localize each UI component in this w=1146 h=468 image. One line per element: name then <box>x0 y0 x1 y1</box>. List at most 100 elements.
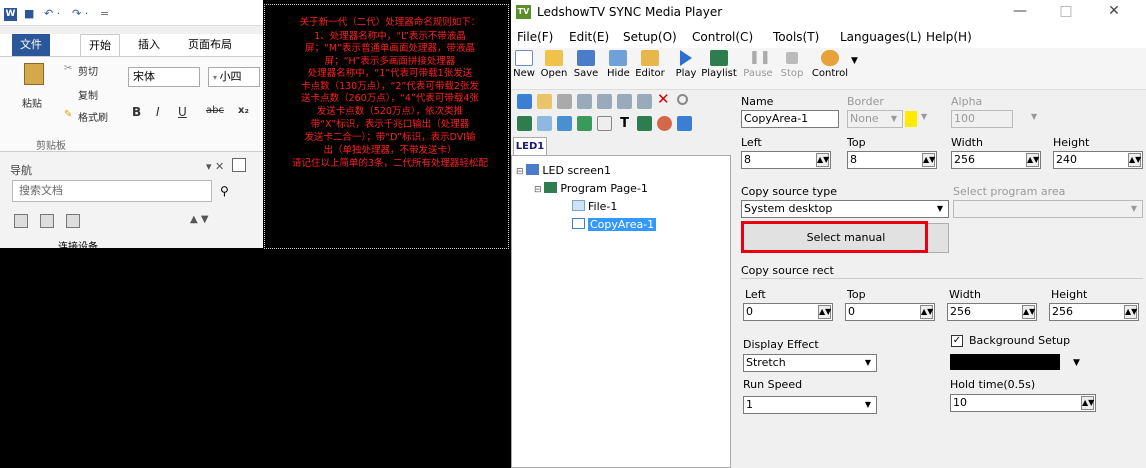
copy-source-type-select[interactable]: System desktop ▼ <box>741 200 949 218</box>
rect-top-input[interactable]: 0 ▲▼ <box>845 303 935 321</box>
rect-height-input[interactable]: 256 ▲▼ <box>1049 303 1139 321</box>
font-name-select[interactable]: 宋体 <box>128 67 200 87</box>
strikethrough-icon[interactable]: abc <box>206 105 224 116</box>
run-speed-select[interactable]: 1 ▼ <box>743 396 877 414</box>
paste-icon[interactable] <box>24 63 44 85</box>
format-painter-icon[interactable]: ✎ <box>64 109 72 120</box>
nav-list-item[interactable]: 连接设备 <box>58 238 98 248</box>
spin-icon[interactable]: ▲▼ <box>922 153 935 167</box>
alpha-dropdown-icon[interactable]: ▼ <box>1031 112 1037 121</box>
paste-item-icon[interactable] <box>557 94 572 109</box>
pages-view-icon[interactable] <box>40 214 54 228</box>
border-color-swatch[interactable] <box>905 111 917 127</box>
hide-button[interactable]: Hide <box>607 50 630 79</box>
results-view-icon[interactable] <box>66 214 80 228</box>
video-icon[interactable] <box>517 116 532 131</box>
border-color-dropdown-icon[interactable]: ▼ <box>921 112 927 121</box>
calendar-icon[interactable] <box>637 116 652 131</box>
document-icon[interactable] <box>597 116 612 131</box>
text-icon[interactable]: T <box>617 116 632 131</box>
rect-left-input[interactable]: 0 ▲▼ <box>743 303 833 321</box>
spin-icon[interactable]: ▲▼ <box>920 305 933 319</box>
background-setup-checkbox[interactable]: ✓ <box>951 335 963 347</box>
search-icon[interactable]: ⚲ <box>220 184 229 198</box>
height-input[interactable]: 240 ▲▼ <box>1053 151 1143 169</box>
menu-help[interactable]: Help(H) <box>926 30 972 44</box>
display-effect-select[interactable]: Stretch ▼ <box>743 354 877 372</box>
background-color-dropdown-icon[interactable]: ▼ <box>1073 358 1080 368</box>
tab-led1[interactable]: LED1 <box>513 137 547 155</box>
maximize-icon[interactable]: □ <box>1051 3 1081 19</box>
hold-time-input[interactable]: 10 ▲▼ <box>950 394 1096 412</box>
subscript-icon[interactable]: x₂ <box>238 105 249 116</box>
spin-icon[interactable]: ▲▼ <box>1124 305 1137 319</box>
play-button[interactable]: Play <box>674 50 698 79</box>
add-icon[interactable] <box>517 94 532 109</box>
spin-icon[interactable]: ▲▼ <box>1022 305 1035 319</box>
stop-button[interactable]: Stop <box>779 50 805 79</box>
menu-setup[interactable]: Setup(O) <box>623 30 677 44</box>
nav-pin-icon[interactable] <box>232 158 246 172</box>
menu-edit[interactable]: Edit(E) <box>569 30 609 44</box>
pause-button[interactable]: ❚❚ Pause <box>743 50 773 79</box>
move-bottom-icon[interactable] <box>637 94 652 109</box>
headings-view-icon[interactable] <box>14 214 28 228</box>
tree-node-page[interactable]: ⊟ Program Page-1 <box>534 182 648 195</box>
underline-icon[interactable]: U <box>178 105 187 119</box>
open-button[interactable]: Open <box>539 50 569 79</box>
spin-icon[interactable]: ▲▼ <box>818 305 831 319</box>
border-select[interactable]: None ▼ <box>847 110 903 128</box>
tab-page-layout[interactable]: 页面布局 <box>180 34 240 56</box>
redo-icon[interactable]: ↷ · <box>72 7 88 20</box>
spin-icon[interactable]: ▲▼ <box>1128 153 1141 167</box>
font-size-select[interactable]: ▾ 小四 <box>208 67 260 87</box>
alpha-input[interactable]: 100 <box>951 110 1013 128</box>
move-top-icon[interactable] <box>617 94 632 109</box>
image-icon[interactable] <box>537 116 552 131</box>
customize-quick-access-icon[interactable]: = <box>100 7 109 20</box>
tree-node-copyarea[interactable]: CopyArea-1 <box>572 218 657 231</box>
tab-home[interactable]: 开始 <box>80 34 120 56</box>
name-input[interactable]: CopyArea-1 <box>741 110 839 128</box>
control-button[interactable]: Control <box>811 50 849 79</box>
save-button[interactable]: Save <box>573 50 599 79</box>
tab-insert[interactable]: 插入 <box>130 34 168 56</box>
width-input[interactable]: 256 ▲▼ <box>951 151 1041 169</box>
bold-icon[interactable]: B <box>132 105 141 119</box>
playlist-button[interactable]: Playlist <box>701 50 737 79</box>
copy-label[interactable]: 复制 <box>78 87 98 102</box>
move-down-icon[interactable] <box>597 94 612 109</box>
tab-file[interactable]: 文件 <box>12 34 50 56</box>
tree-node-file[interactable]: File-1 <box>572 200 617 213</box>
zoom-icon[interactable] <box>677 94 688 105</box>
undo-icon[interactable]: ↶ · <box>44 7 60 20</box>
nav-arrows-icon[interactable]: ▲ ▼ <box>190 214 209 225</box>
menu-control[interactable]: Control(C) <box>692 30 753 44</box>
rect-width-input[interactable]: 256 ▲▼ <box>947 303 1037 321</box>
save-icon[interactable]: ■ <box>24 7 34 20</box>
top-input[interactable]: 8 ▲▼ <box>847 151 937 169</box>
program-area-select[interactable]: ▼ <box>953 200 1143 218</box>
copy-icon[interactable] <box>537 94 552 109</box>
paste-label[interactable]: 粘贴 <box>22 95 42 110</box>
scissors-icon[interactable]: ✂ <box>64 63 72 74</box>
web-icon[interactable] <box>557 116 572 131</box>
tree-node-screen[interactable]: ⊟ LED screen1 <box>516 164 611 177</box>
menu-file[interactable]: File(F) <box>517 30 553 44</box>
menu-languages[interactable]: Languages(L) <box>840 30 922 44</box>
spin-icon[interactable]: ▲▼ <box>1081 396 1094 410</box>
minimize-icon[interactable]: — <box>1005 3 1035 19</box>
left-input[interactable]: 8 ▲▼ <box>741 151 831 169</box>
new-button[interactable]: New <box>513 50 535 79</box>
editor-button[interactable]: Editor <box>633 50 667 79</box>
italic-icon[interactable]: I <box>156 105 160 119</box>
nav-close-icon[interactable]: ▾ ✕ <box>206 160 224 173</box>
audio-icon[interactable] <box>677 116 692 131</box>
move-up-icon[interactable] <box>577 94 592 109</box>
menu-tools[interactable]: Tools(T) <box>773 30 819 44</box>
delete-icon[interactable]: ✕ <box>657 92 672 107</box>
close-icon[interactable]: ✕ <box>1099 3 1129 19</box>
picture-icon[interactable] <box>577 116 592 131</box>
clock-icon[interactable] <box>657 116 672 131</box>
spin-icon[interactable]: ▲▼ <box>816 153 829 167</box>
